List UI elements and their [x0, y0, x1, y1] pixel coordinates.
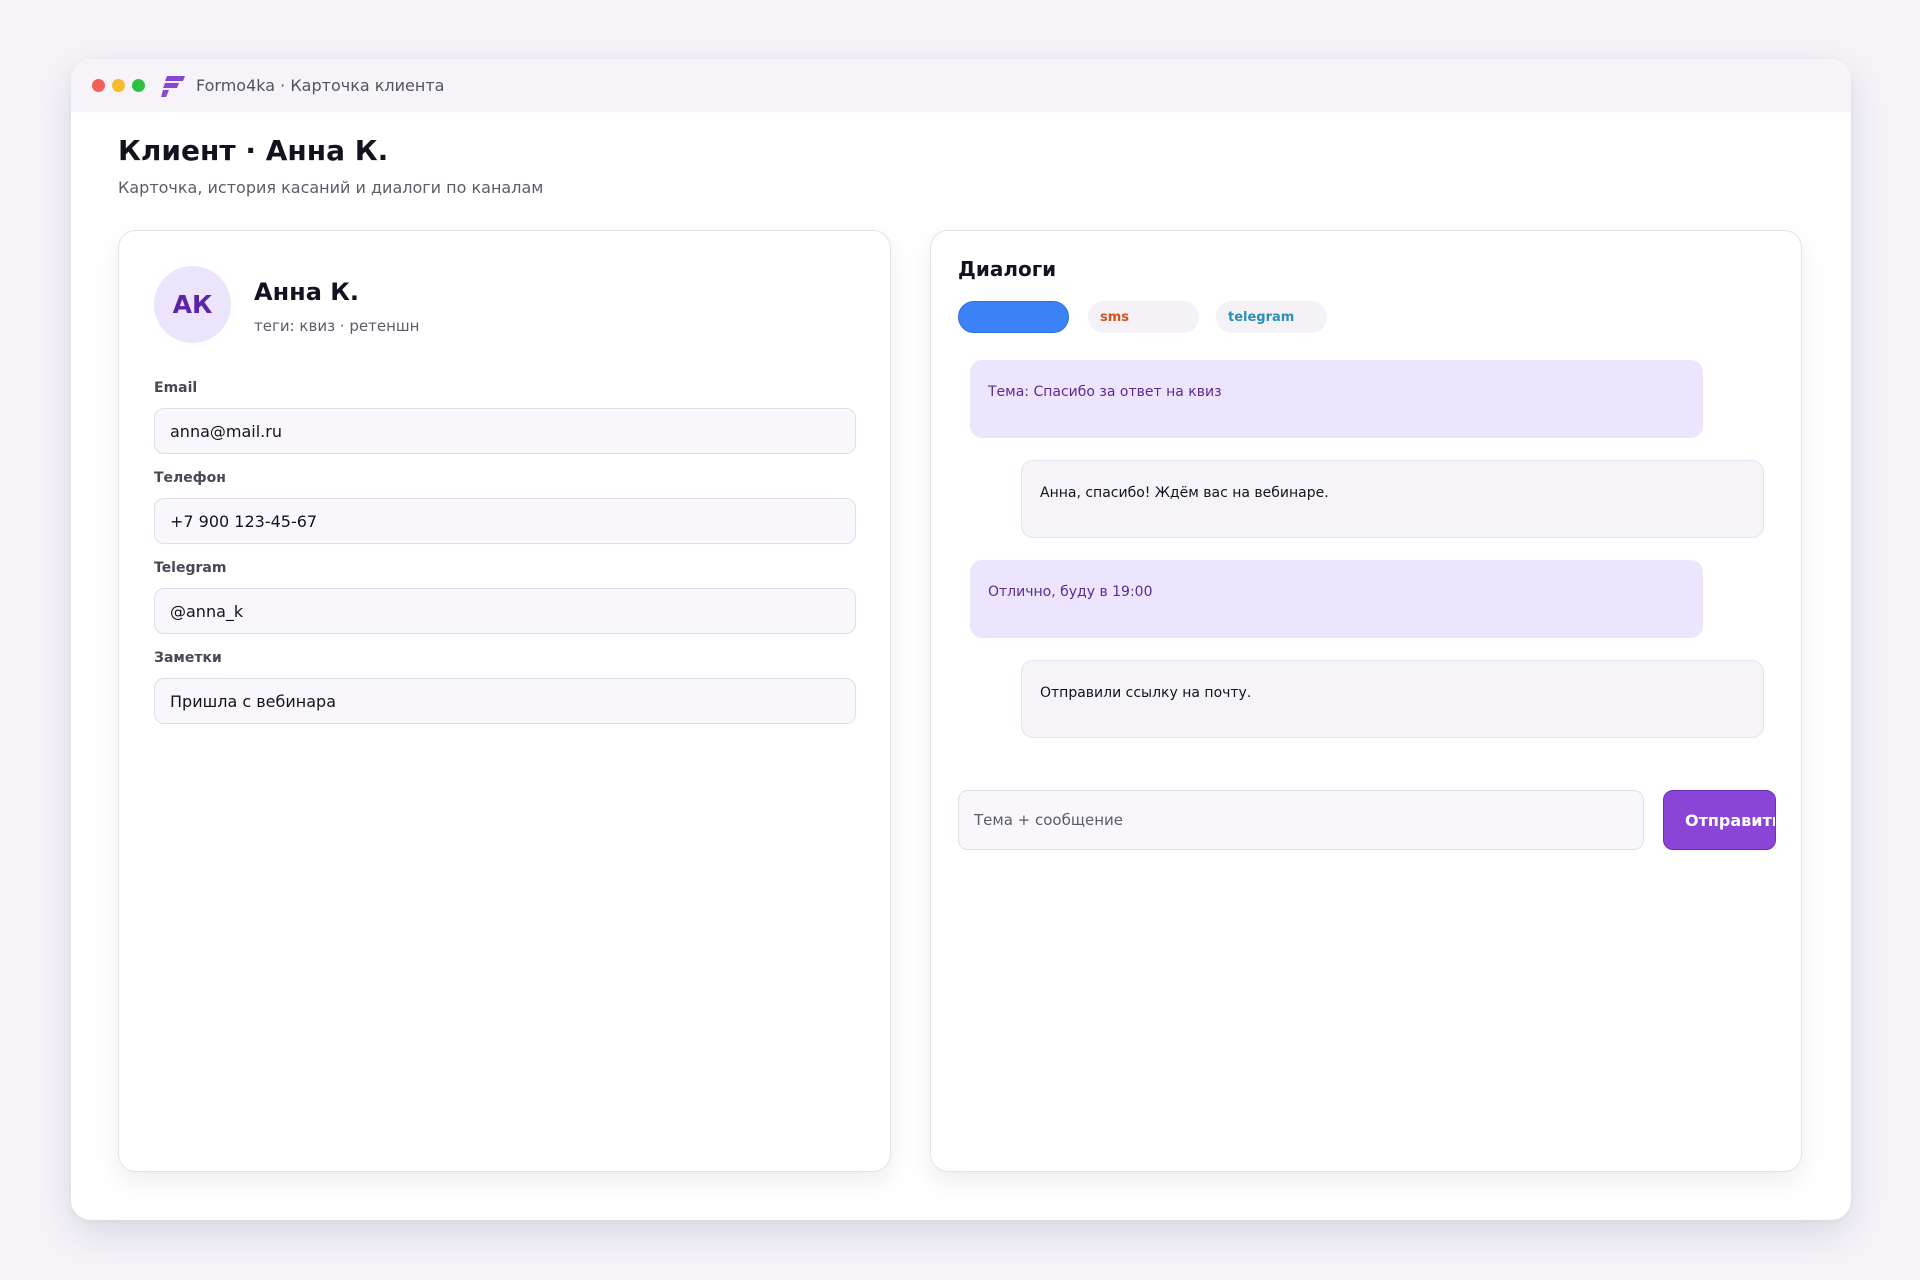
avatar: АК: [154, 266, 231, 343]
client-card: АК Анна К. теги: квиз · ретеншн Email Те…: [118, 230, 891, 1172]
client-tags: теги: квиз · ретеншн: [254, 317, 420, 335]
email-label: Email: [154, 380, 198, 396]
window-maximize-dot[interactable]: [132, 79, 145, 92]
channel-tab-telegram[interactable]: telegram: [1216, 301, 1327, 333]
window-title: Formo4ka · Карточка клиента: [196, 76, 445, 95]
app-logo-icon: [161, 74, 187, 98]
message-incoming: Тема: Спасибо за ответ на квиз: [970, 360, 1703, 438]
message-incoming: Отлично, буду в 19:00: [970, 560, 1703, 638]
message-outgoing: Отправили ссылку на почту.: [1021, 660, 1764, 738]
phone-label: Телефон: [154, 470, 226, 486]
notes-field[interactable]: [154, 678, 856, 724]
page-subtitle: Карточка, история касаний и диалоги по к…: [118, 178, 544, 197]
email-field[interactable]: [154, 408, 856, 454]
telegram-label: Telegram: [154, 560, 227, 576]
dialogs-title: Диалоги: [958, 257, 1057, 281]
channel-tab-sms[interactable]: sms: [1088, 301, 1199, 333]
page-title: Клиент · Анна К.: [118, 134, 389, 167]
app-window: Formo4ka · Карточка клиента Клиент · Анн…: [71, 59, 1851, 1220]
notes-label: Заметки: [154, 650, 222, 666]
send-button[interactable]: Отправить: [1663, 790, 1776, 850]
window-close-dot[interactable]: [92, 79, 105, 92]
telegram-field[interactable]: [154, 588, 856, 634]
title-bar: Formo4ka · Карточка клиента: [71, 59, 1851, 112]
channel-tab-active[interactable]: [958, 301, 1069, 333]
client-name: Анна К.: [254, 278, 360, 306]
phone-field[interactable]: [154, 498, 856, 544]
window-minimize-dot[interactable]: [112, 79, 125, 92]
dialogs-card: Диалоги sms telegram Тема: Спасибо за от…: [930, 230, 1802, 1172]
message-compose-input[interactable]: [958, 790, 1644, 850]
message-outgoing: Анна, спасибо! Ждём вас на вебинаре.: [1021, 460, 1764, 538]
